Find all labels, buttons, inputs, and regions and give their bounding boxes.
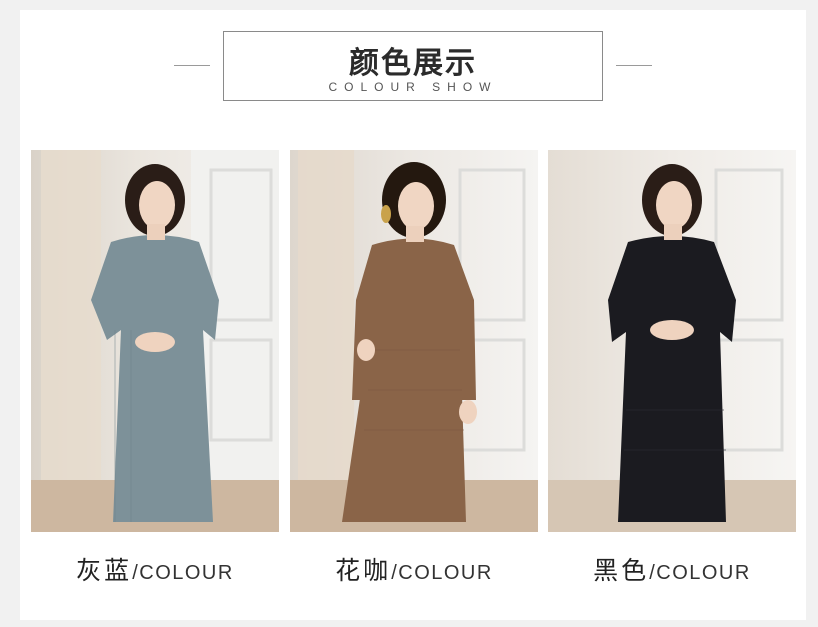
caption-gray-blue: 灰蓝/COLOUR: [31, 551, 279, 587]
heading-rule-right: [616, 65, 652, 66]
color-suffix: /COLOUR: [391, 562, 493, 584]
caption-coffee: 花咖/COLOUR: [290, 551, 538, 587]
color-name: 黑色: [593, 556, 650, 585]
model-photo-illustration: [290, 150, 538, 532]
heading-rule-left: [174, 65, 210, 66]
heading-subtitle: COLOUR SHOW: [328, 80, 498, 94]
color-suffix: /COLOUR: [132, 562, 234, 584]
heading-title: 颜色展示: [349, 46, 477, 81]
color-suffix: /COLOUR: [649, 562, 751, 584]
product-photo-black[interactable]: [548, 150, 796, 532]
heading-box: 颜色展示 COLOUR SHOW: [223, 31, 603, 101]
color-name: 灰蓝: [76, 556, 133, 585]
model-photo-illustration: [548, 150, 796, 532]
color-show-card: 颜色展示 COLOUR SHOW 灰蓝/COLOUR 花咖/COLOUR 黑色/…: [20, 10, 806, 620]
product-photo-gray-blue[interactable]: [31, 150, 279, 532]
model-photo-illustration: [31, 150, 279, 532]
color-name: 花咖: [335, 556, 392, 585]
caption-black: 黑色/COLOUR: [548, 551, 796, 587]
product-photo-coffee[interactable]: [290, 150, 538, 532]
